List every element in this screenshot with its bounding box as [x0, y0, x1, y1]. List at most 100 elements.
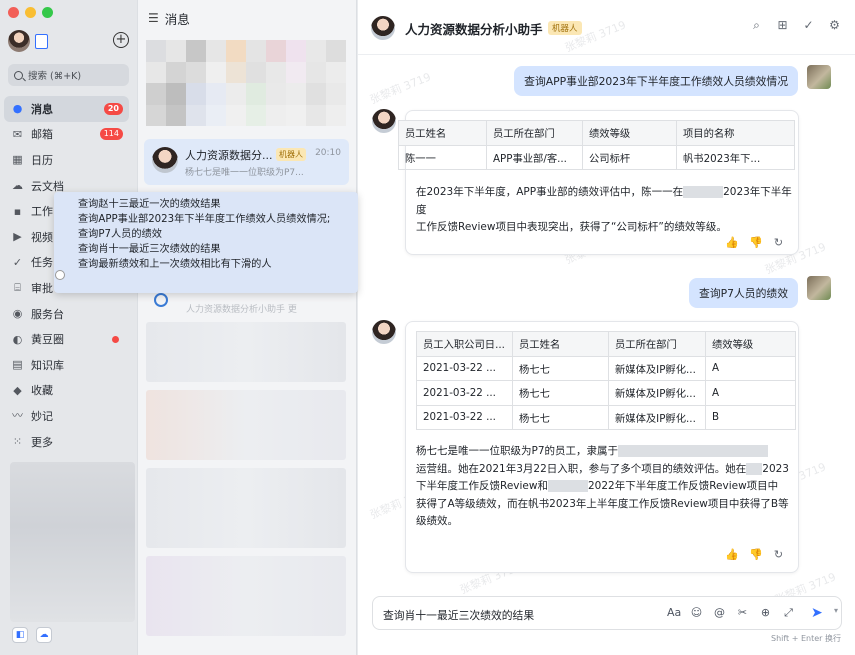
- text-segment: 在2023年下半年度，APP事业部的绩效评估中，陈一一在: [416, 186, 684, 198]
- sidebar-top: +: [8, 30, 129, 54]
- table-cell: 新媒体及IP孵化...: [608, 380, 706, 406]
- workplace-icon: ▪: [13, 204, 22, 218]
- sidebar-item-label: 审批: [31, 281, 53, 295]
- sidebar-item-minutes[interactable]: 〰 妙记: [4, 403, 129, 429]
- favorites-icon: ◆: [13, 383, 22, 397]
- settings-icon[interactable]: ⚙: [828, 19, 841, 32]
- cloud-icon[interactable]: ☁: [36, 627, 52, 643]
- table-cell: 陈一一: [398, 144, 487, 170]
- refresh-icon[interactable]: ↻: [773, 548, 784, 561]
- sidebar-item-label: 工作: [31, 205, 53, 219]
- sidebar-item-more[interactable]: ⁙ 更多: [4, 429, 129, 455]
- message-input-text[interactable]: 查询肖十一最近三次绩效的结果: [383, 607, 534, 623]
- search-input[interactable]: 搜索 (⌘+K): [8, 64, 129, 86]
- table-cell: 杨七七: [512, 355, 609, 381]
- sidebar-item-mail[interactable]: ✉ 邮箱 114: [4, 122, 129, 148]
- avatar[interactable]: [8, 30, 30, 52]
- chat-item-hr-assistant[interactable]: 人力资源数据分... 机器人 20:10 杨七七是唯一一位职级为P7...: [144, 139, 349, 185]
- suggestion-item[interactable]: 查询赵十三最近一次的绩效结果: [78, 197, 358, 212]
- table-header: 员工姓名: [512, 331, 609, 357]
- chat-panel: 人力资源数据分析小助手 机器人 ⌕ ⊞ ✓ ⚙ 张黎莉 3719 张黎莉 371…: [358, 0, 855, 655]
- chat-list-header: ☰ 消息: [138, 0, 356, 36]
- message-input[interactable]: 查询肖十一最近三次绩效的结果 Aa ☺ @ ✂ ⊕ ⤢ ➤ ▾: [372, 596, 842, 630]
- send-icon[interactable]: ➤: [811, 605, 827, 621]
- bot-message-text: 杨七七是唯一一位职级为P7的员工，隶属于 运营组。她在2021年3月22日入职，…: [416, 443, 796, 531]
- bot-avatar: [372, 320, 396, 344]
- table-header: 员工所在部门: [608, 331, 706, 357]
- sidebar-item-label: 黄豆圈: [31, 333, 64, 347]
- thumbs-up-icon[interactable]: 👍: [725, 548, 739, 561]
- table-cell: A: [705, 380, 796, 406]
- avatar: [152, 147, 178, 173]
- add-icon[interactable]: ⊕: [759, 606, 772, 620]
- bot-avatar: [372, 109, 396, 133]
- mail-icon: ✉: [12, 127, 23, 141]
- search-icon[interactable]: ⌕: [750, 19, 763, 32]
- minimize-window-button[interactable]: [25, 7, 36, 18]
- table-header: 员工姓名: [398, 120, 487, 146]
- text-format-icon[interactable]: Aa: [667, 606, 681, 620]
- avatar[interactable]: [371, 16, 395, 40]
- text-segment: 工作反馈Review项目中表现突出，获得了“公司标杆”的绩效等级。: [416, 221, 727, 233]
- table-header-row: 员工姓名 员工所在部门 绩效等级 项目的名称: [398, 120, 795, 146]
- sidebar-item-label: 知识库: [31, 358, 64, 372]
- chat-title: 人力资源数据分析小助手: [405, 22, 543, 37]
- search-placeholder: 搜索 (⌘+K): [28, 71, 82, 82]
- loading-icon: [154, 293, 168, 307]
- suggestion-item[interactable]: 查询APP事业部2023年下半年度工作绩效人员绩效情况;: [78, 212, 358, 227]
- suggestion-item[interactable]: 查询最新绩效和上一次绩效相比有下滑的人: [78, 257, 358, 272]
- sidebar-item-service-desk[interactable]: ◉ 服务台: [4, 301, 129, 327]
- table-cell: 帆书2023年下...: [676, 144, 795, 170]
- thumbs-down-icon[interactable]: 👎: [749, 548, 763, 561]
- message-icon: ●: [12, 102, 23, 116]
- sidebar-item-moments[interactable]: ◐ 黄豆圈: [4, 326, 129, 352]
- blurred-region: [10, 462, 135, 622]
- suggestion-item[interactable]: 查询P7人员的绩效: [78, 227, 358, 242]
- table-row: 2021-03-22 ... 杨七七 新媒体及IP孵化... A: [416, 355, 796, 381]
- blurred-chat-item: [146, 322, 346, 382]
- app-switch-icon[interactable]: ◧: [12, 627, 28, 643]
- add-icon[interactable]: +: [113, 32, 129, 48]
- sidebar-item-calendar[interactable]: ▦ 日历: [4, 147, 129, 173]
- expand-icon[interactable]: ⤢: [782, 606, 795, 620]
- mention-icon[interactable]: @: [713, 606, 726, 620]
- refresh-icon[interactable]: ↻: [773, 236, 784, 249]
- maximize-window-button[interactable]: [42, 7, 53, 18]
- suggestion-item[interactable]: 查询肖十一最近三次绩效的结果: [78, 242, 358, 257]
- add-tab-icon[interactable]: ⊞: [776, 19, 789, 32]
- table-header: 绩效等级: [705, 331, 796, 357]
- doc-shortcut-icon[interactable]: [35, 34, 48, 49]
- search-icon: [14, 70, 23, 80]
- close-window-button[interactable]: [8, 7, 19, 18]
- emoji-icon[interactable]: ☺: [690, 606, 703, 620]
- check-icon[interactable]: ✓: [802, 19, 815, 32]
- thumbs-down-icon[interactable]: 👎: [749, 236, 763, 249]
- approval-icon: ⌸: [14, 281, 21, 295]
- sidebar-item-wiki[interactable]: ▤ 知识库: [4, 352, 129, 378]
- table-row: 2021-03-22 ... 杨七七 新媒体及IP孵化... B: [416, 404, 796, 430]
- notification-dot: [112, 335, 119, 343]
- bot-message-text: 在2023年下半年度，APP事业部的绩效评估中，陈一一在 2023年下半年度 工作…: [416, 184, 796, 237]
- chat-header: 人力资源数据分析小助手 机器人 ⌕ ⊞ ✓ ⚙: [358, 0, 855, 55]
- service-desk-icon: ◉: [12, 307, 23, 321]
- input-hint: Shift + Enter 换行: [771, 634, 841, 643]
- sidebar-item-favorites[interactable]: ◆ 收藏: [4, 378, 129, 404]
- screenshot-icon[interactable]: ✂: [736, 606, 749, 620]
- chevron-down-icon[interactable]: ▾: [834, 606, 838, 615]
- sidebar-item-messages[interactable]: ● 消息 20: [4, 96, 129, 122]
- chat-preview: 人力资源数据分析小助手 更: [186, 305, 297, 315]
- sidebar-bottom: ◧ ☁: [12, 627, 52, 643]
- video-icon: ▶: [13, 230, 22, 244]
- redacted-block: [746, 462, 763, 475]
- table-cell: APP事业部/客...: [486, 144, 583, 170]
- table-cell: 杨七七: [512, 404, 609, 430]
- table-cell: 2021-03-22 ...: [416, 380, 513, 406]
- cloud-docs-icon: ☁: [12, 179, 23, 193]
- filter-icon[interactable]: ☰: [148, 11, 159, 25]
- popup-handle[interactable]: [55, 270, 65, 280]
- thumbs-up-icon[interactable]: 👍: [725, 236, 739, 249]
- redacted-block: [618, 445, 769, 457]
- bot-tag: 机器人: [548, 21, 582, 35]
- suggestion-popup: 查询赵十三最近一次的绩效结果 查询APP事业部2023年下半年度工作绩效人员绩效…: [54, 192, 358, 293]
- chat-preview: 杨七七是唯一一位职级为P7...: [185, 168, 304, 178]
